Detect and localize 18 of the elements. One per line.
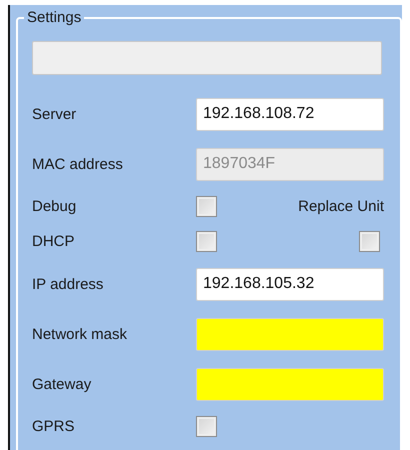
checkbox[interactable] — [196, 416, 217, 437]
field-label: IP address — [32, 276, 104, 292]
field-label: DHCP — [32, 233, 76, 250]
checkbox[interactable] — [359, 231, 380, 252]
field-label: Replace Unit — [298, 198, 384, 215]
group-title: Settings — [24, 9, 84, 26]
input-field[interactable] — [196, 318, 384, 350]
field-label: Gateway — [32, 376, 92, 392]
input-field[interactable] — [196, 368, 384, 400]
field-label: Network mask — [32, 326, 128, 342]
checkbox[interactable] — [196, 231, 217, 252]
field-label: MAC address — [32, 156, 124, 172]
field-label: Debug — [32, 198, 78, 215]
field-label: GPRS — [32, 418, 76, 435]
input-field[interactable]: 192.168.105.32 — [196, 268, 384, 300]
input-field[interactable]: 192.168.108.72 — [196, 98, 384, 130]
checkbox[interactable] — [196, 196, 217, 217]
field-label: Server — [32, 106, 78, 122]
